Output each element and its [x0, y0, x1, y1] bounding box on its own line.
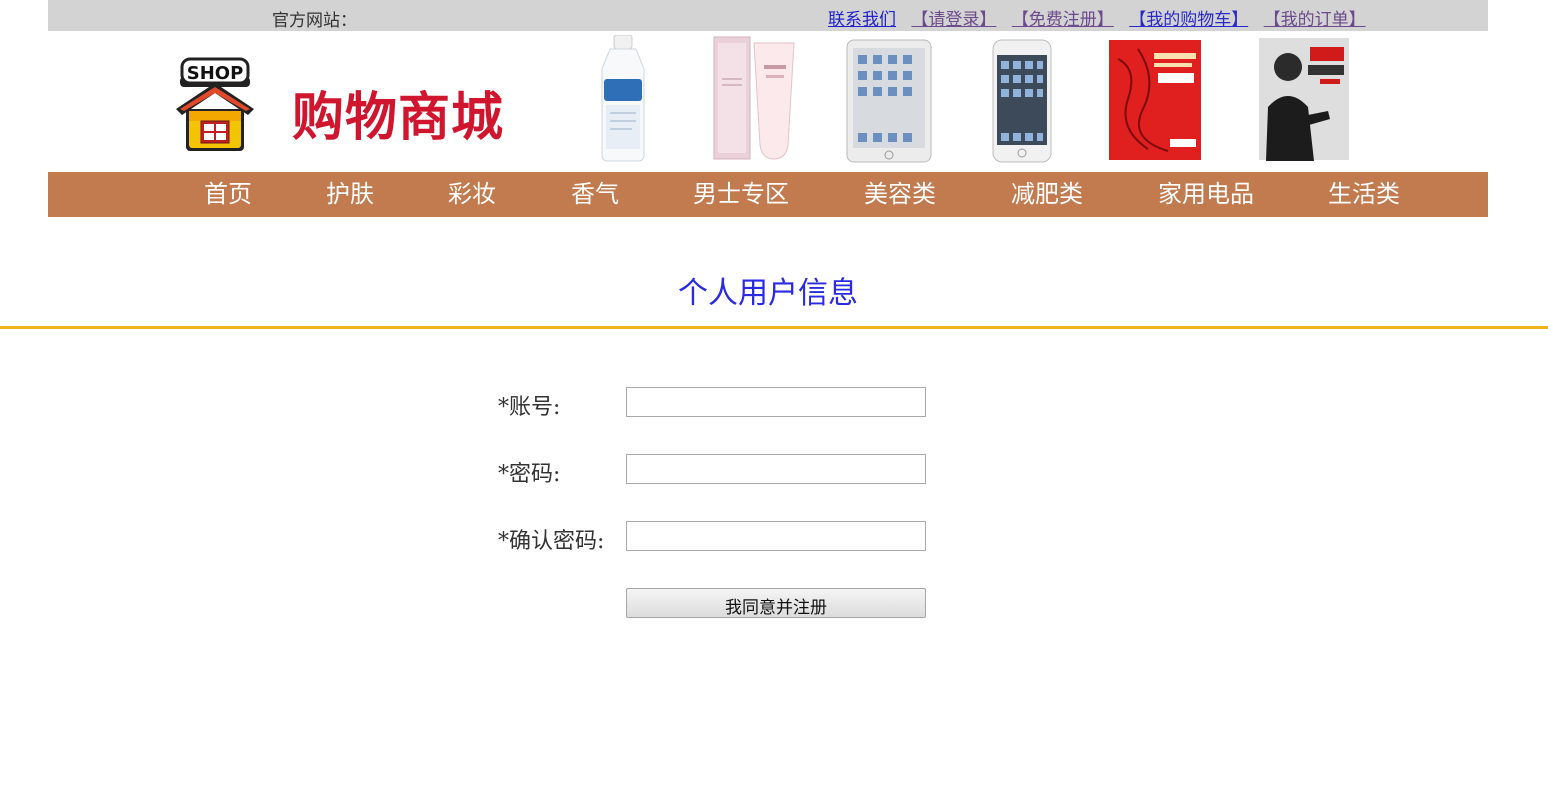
- shop-logo[interactable]: SHOP: [172, 57, 258, 155]
- nav-item-beauty[interactable]: 美容类: [864, 174, 936, 209]
- product-iphone-image[interactable]: [992, 39, 1052, 163]
- login-link[interactable]: 【请登录】: [911, 10, 996, 30]
- nav-item-appliances[interactable]: 家用电品: [1158, 174, 1254, 209]
- nav-item-skincare[interactable]: 护肤: [326, 174, 374, 209]
- top-bar: 官方网站： 联系我们 【请登录】 【免费注册】 【我的购物车】 【我的订单】: [48, 0, 1488, 31]
- account-label: *账号:: [498, 395, 561, 420]
- product-lotion-image[interactable]: [592, 35, 654, 163]
- contact-link[interactable]: 联系我们: [828, 10, 896, 30]
- password-label: *密码:: [498, 462, 561, 487]
- password-input[interactable]: [626, 454, 926, 484]
- nav-item-slimming[interactable]: 减肥类: [1011, 174, 1083, 209]
- nav-item-men[interactable]: 男士专区: [693, 174, 789, 209]
- confirm-password-label: *确认密码:: [498, 529, 605, 554]
- nav-item-fragrance[interactable]: 香气: [571, 174, 619, 209]
- product-ipad-image[interactable]: [846, 39, 932, 163]
- agree-register-button[interactable]: 我同意并注册: [626, 588, 926, 618]
- main-nav: 首页 护肤 彩妆 香气 男士专区 美容类 减肥类 家用电品 生活类: [48, 172, 1488, 217]
- orders-link[interactable]: 【我的订单】: [1264, 10, 1366, 30]
- product-crazy-java-book-image[interactable]: [1258, 37, 1350, 161]
- section-divider: [0, 326, 1548, 329]
- header-banner: SHOP 购物商城: [48, 31, 1488, 172]
- register-link[interactable]: 【免费注册】: [1012, 10, 1114, 30]
- site-label: 官方网站：: [272, 11, 357, 31]
- page-title: 个人用户信息: [678, 276, 858, 311]
- product-java-book-image[interactable]: [1108, 39, 1202, 161]
- brand-name[interactable]: 购物商城: [292, 75, 504, 150]
- shop-logo-text: SHOP: [187, 63, 244, 84]
- product-cleanser-image[interactable]: [712, 35, 798, 163]
- nav-item-home[interactable]: 首页: [204, 174, 252, 209]
- top-links: 联系我们 【请登录】 【免费注册】 【我的购物车】 【我的订单】: [828, 5, 1376, 30]
- confirm-password-input[interactable]: [626, 521, 926, 551]
- nav-item-makeup[interactable]: 彩妆: [448, 174, 496, 209]
- nav-item-living[interactable]: 生活类: [1328, 174, 1400, 209]
- account-input[interactable]: [626, 387, 926, 417]
- cart-link[interactable]: 【我的购物车】: [1129, 10, 1248, 30]
